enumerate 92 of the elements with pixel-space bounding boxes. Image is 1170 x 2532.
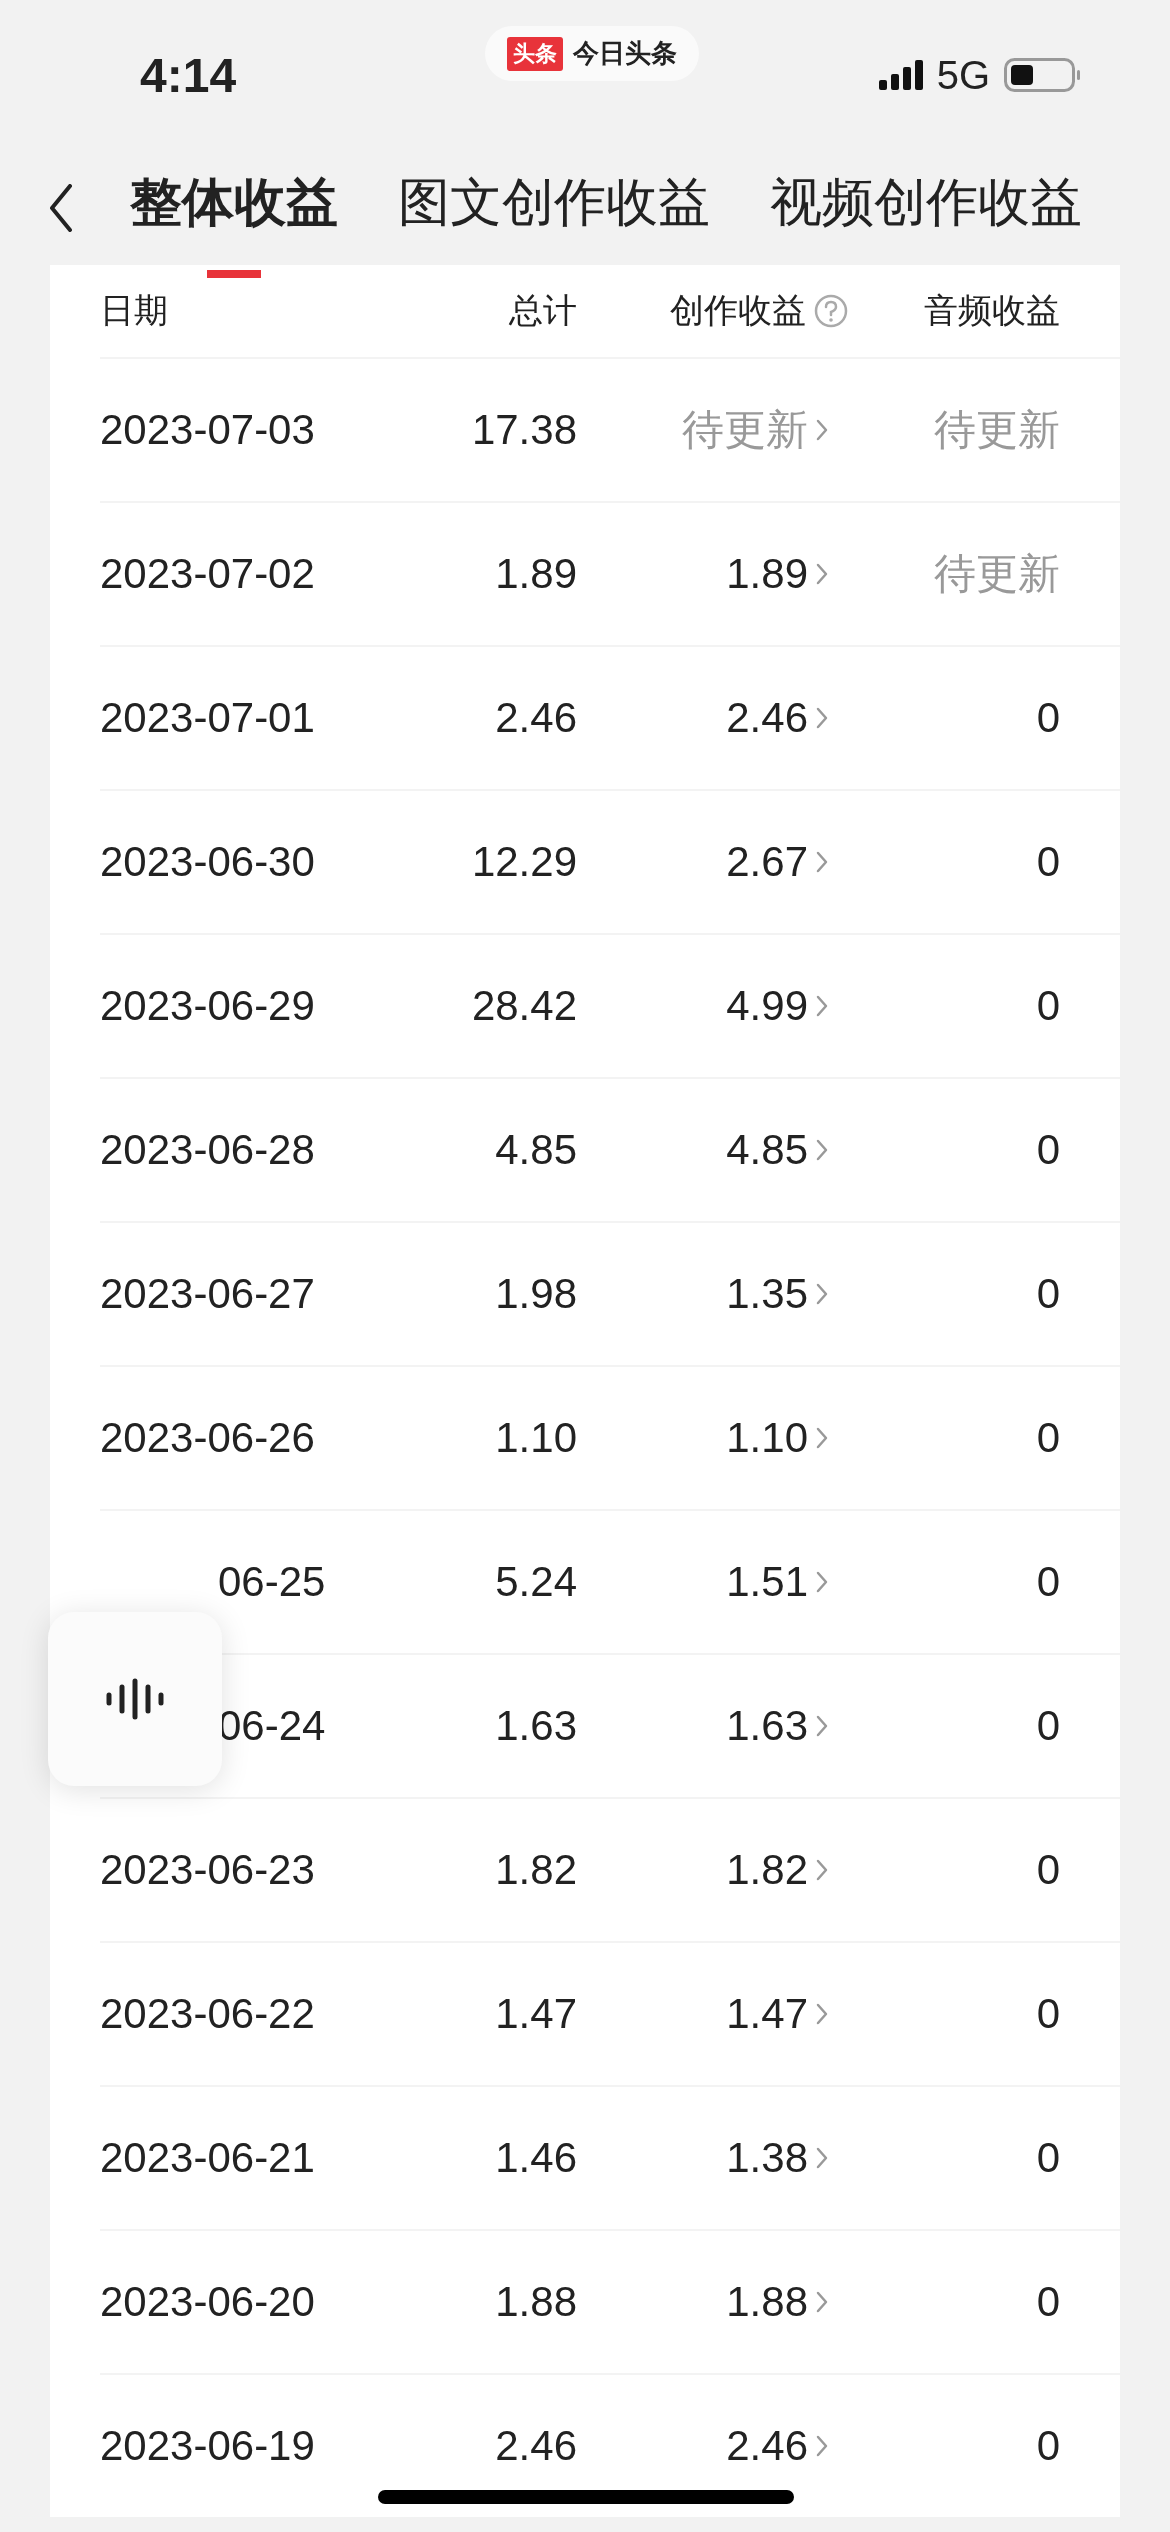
total-cell: 1.82 [495, 1846, 577, 1894]
total-cell: 1.10 [495, 1414, 577, 1462]
date-cell: 2023-07-03 [100, 406, 315, 454]
total-cell: 1.46 [495, 2134, 577, 2182]
earnings-link[interactable]: 2.46 [726, 2422, 808, 2470]
date-cell: 06-25 [218, 1558, 326, 1606]
total-cell: 1.63 [495, 1702, 577, 1750]
audio-cell: 0 [1036, 2278, 1060, 2326]
audio-cell: 0 [1036, 694, 1060, 742]
help-icon [814, 294, 848, 328]
total-cell: 1.98 [495, 1270, 577, 1318]
earnings-link[interactable]: 2.46 [726, 694, 808, 742]
date-cell: 2023-06-30 [100, 838, 315, 886]
audio-cell-text: 待更新 [934, 549, 1060, 599]
chevron-icon [816, 1427, 828, 1449]
total-cell: 2.46 [495, 2422, 577, 2470]
chevron-icon [816, 2291, 828, 2313]
date-cell: 06-24 [218, 1702, 326, 1750]
audio-cell: 0 [1036, 1846, 1060, 1894]
total-cell: 4.85 [495, 1126, 577, 1174]
chevron-icon [816, 563, 828, 585]
tab[interactable]: 视频创作收益 [770, 137, 1082, 278]
date-cell: 2023-07-01 [100, 694, 315, 742]
network-label: 5G [936, 52, 990, 98]
earnings-link[interactable]: 1.10 [726, 1414, 808, 1462]
total-cell: 17.38 [471, 406, 577, 454]
date-cell: 2023-06-21 [100, 2134, 315, 2182]
chevron-icon [816, 2435, 828, 2457]
earnings-link[interactable]: 4.99 [726, 982, 808, 1030]
date-cell: 2023-06-20 [100, 2278, 315, 2326]
audio-cell: 0 [1036, 1270, 1060, 1318]
tab[interactable]: 图文创作收益 [398, 137, 710, 278]
chevron-icon [816, 1283, 828, 1305]
audio-cell: 0 [1036, 1126, 1060, 1174]
chevron-icon [816, 1571, 828, 1593]
chevron-icon [816, 1859, 828, 1881]
signal-icon [878, 60, 923, 90]
audio-cell: 0 [1036, 1990, 1060, 2038]
earnings-link[interactable]: 4.85 [726, 1126, 808, 1174]
sound-wave-icon [105, 1678, 165, 1720]
total-cell: 1.47 [495, 1990, 577, 2038]
earnings-link[interactable]: 1.63 [726, 1702, 808, 1750]
total-cell: 2.46 [495, 694, 577, 742]
clock: 4:14 [140, 47, 237, 103]
chevron-icon [816, 419, 828, 441]
app-name: 今日头条 [573, 37, 677, 70]
back-icon[interactable] [48, 183, 74, 232]
chevron-icon [816, 995, 828, 1017]
audio-cell: 0 [1036, 2422, 1060, 2470]
audio-cell: 0 [1036, 1414, 1060, 1462]
date-cell: 2023-06-28 [100, 1126, 315, 1174]
audio-cell: 0 [1036, 1558, 1060, 1606]
tab[interactable]: 整体收益 [130, 137, 338, 278]
date-cell: 2023-06-23 [100, 1846, 315, 1894]
battery-icon [1004, 58, 1080, 92]
column-header: 总计 [509, 290, 577, 331]
chevron-icon [816, 851, 828, 873]
total-cell: 12.29 [471, 838, 577, 886]
column-header: 创作收益 [670, 290, 806, 331]
date-cell: 2023-06-27 [100, 1270, 315, 1318]
date-cell: 2023-06-26 [100, 1414, 315, 1462]
earnings-link[interactable]: 1.88 [726, 2278, 808, 2326]
earnings-link[interactable]: 1.38 [726, 2134, 808, 2182]
total-cell: 1.88 [495, 2278, 577, 2326]
total-cell: 1.89 [495, 550, 577, 598]
audio-cell-text: 待更新 [934, 405, 1060, 455]
date-cell: 2023-06-29 [100, 982, 315, 1030]
column-header: 日期 [100, 290, 168, 331]
chevron-icon [816, 1139, 828, 1161]
earnings-link[interactable]: 1.35 [726, 1270, 808, 1318]
chevron-icon [816, 1715, 828, 1737]
app-badge: 头条 [507, 36, 563, 71]
earnings-link[interactable]: 1.82 [726, 1846, 808, 1894]
chevron-icon [816, 2147, 828, 2169]
chevron-icon [816, 2003, 828, 2025]
audio-cell: 0 [1036, 2134, 1060, 2182]
date-cell: 2023-07-02 [100, 550, 315, 598]
date-cell: 2023-06-22 [100, 1990, 315, 2038]
audio-cell: 0 [1036, 838, 1060, 886]
audio-cell: 0 [1036, 1702, 1060, 1750]
date-cell: 2023-06-19 [100, 2422, 315, 2470]
earnings-link[interactable]: 1.89 [726, 550, 808, 598]
voice-button[interactable] [48, 1612, 222, 1786]
column-header: 音频收益 [924, 290, 1060, 331]
earnings-link[interactable]: 1.51 [726, 1558, 808, 1606]
chevron-icon [816, 707, 828, 729]
total-cell: 28.42 [471, 982, 577, 1030]
audio-cell: 0 [1036, 982, 1060, 1030]
earnings-link[interactable]: 2.67 [726, 838, 808, 886]
earnings-link[interactable]: 1.47 [726, 1990, 808, 2038]
app-pill[interactable]: 头条 今日头条 [485, 26, 699, 81]
total-cell: 5.24 [495, 1558, 577, 1606]
